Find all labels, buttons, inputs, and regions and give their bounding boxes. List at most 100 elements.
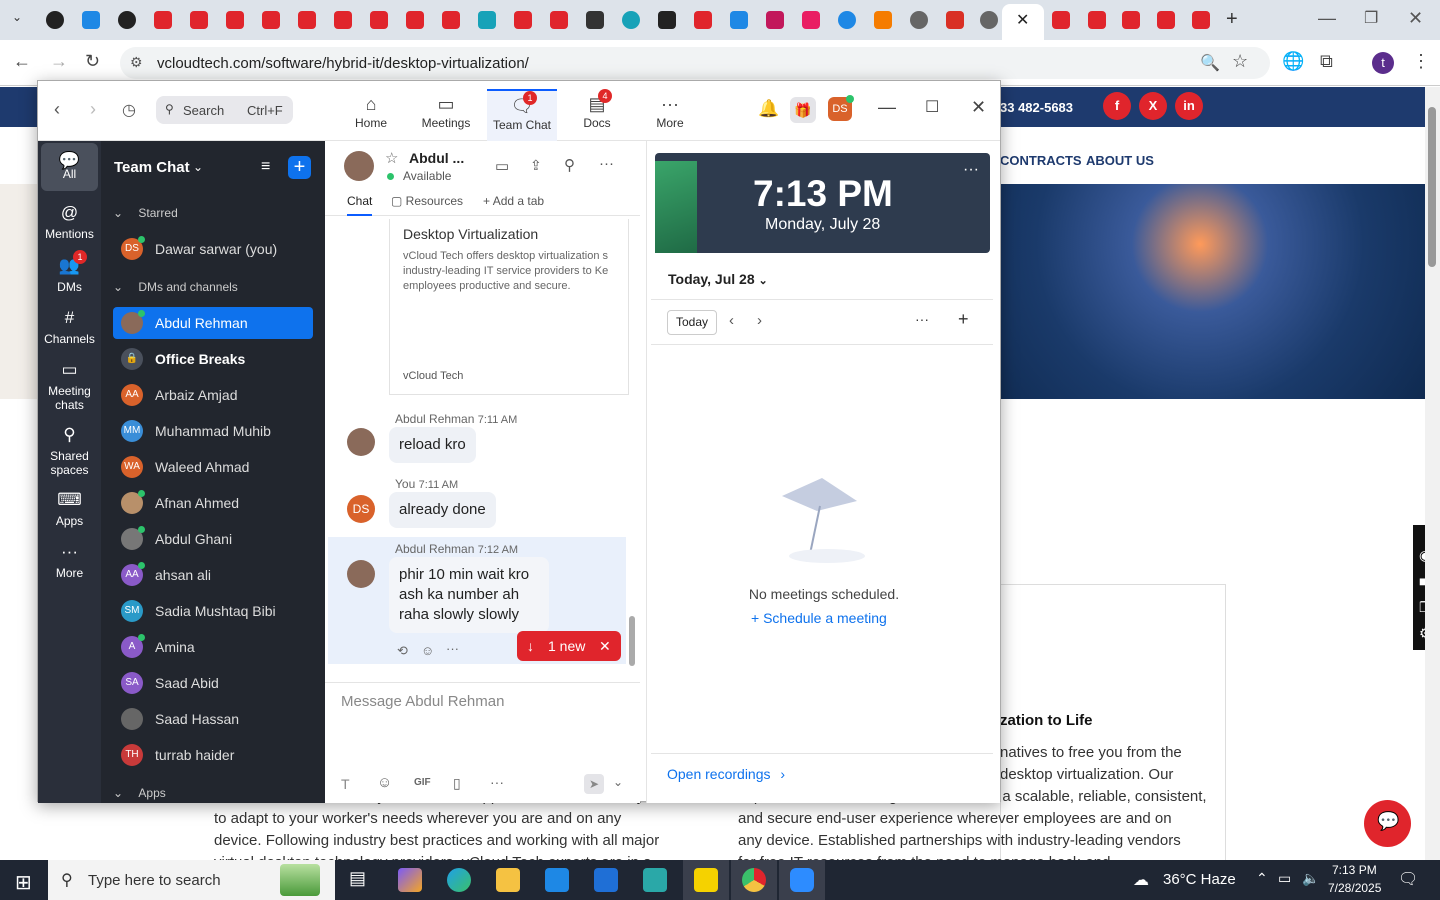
tab-icon[interactable] xyxy=(980,11,998,29)
contact-afnan-ahmed[interactable]: Afnan Ahmed xyxy=(113,487,313,519)
vcloud-tab-icon[interactable] xyxy=(694,11,712,29)
tab-icon[interactable] xyxy=(478,11,496,29)
contact-waleed-ahmad[interactable]: WA Waleed Ahmad xyxy=(113,451,313,483)
tab-chat[interactable]: Chat xyxy=(347,194,373,216)
openai-tab-icon[interactable] xyxy=(118,11,136,29)
nav-about-us[interactable]: ABOUT US xyxy=(1086,153,1154,168)
open-recordings-link[interactable]: Open recordings › xyxy=(667,766,785,782)
prev-day-icon[interactable]: ‹ xyxy=(729,312,734,329)
vcloud-tab-icon[interactable] xyxy=(370,11,388,29)
active-tab[interactable]: ✕ xyxy=(1002,4,1044,40)
tab-icon[interactable] xyxy=(802,11,820,29)
vcloud-tab-icon[interactable] xyxy=(190,11,208,29)
contact-saad-hassan[interactable]: Saad Hassan xyxy=(113,703,313,735)
send-icon[interactable]: ➤ xyxy=(584,774,604,794)
contact-sadia-mushtaq-bibi[interactable]: SM Sadia Mushtaq Bibi xyxy=(113,595,313,627)
maximize-icon[interactable]: ❐ xyxy=(1364,8,1378,28)
forward-arrow-icon[interactable]: › xyxy=(90,99,96,120)
message-input[interactable]: Message Abdul Rehman xyxy=(341,693,504,710)
gif-icon[interactable]: GIF xyxy=(414,777,431,788)
contact-abdul-ghani[interactable]: Abdul Ghani xyxy=(113,523,313,555)
edge-icon[interactable] xyxy=(447,868,471,892)
bookmark-star-icon[interactable]: ☆ xyxy=(1232,51,1248,72)
video-call-icon[interactable]: ▭ xyxy=(495,157,509,175)
contact-ahsan-ali[interactable]: AA ahsan ali xyxy=(113,559,313,591)
list-title[interactable]: Team Chat xyxy=(114,159,190,176)
store-icon[interactable] xyxy=(545,868,569,892)
share-screen-icon[interactable]: ⇪ xyxy=(530,157,542,174)
today-button[interactable]: Today xyxy=(667,310,717,335)
starred-item[interactable]: DS Dawar sarwar (you) xyxy=(113,233,313,265)
vcloud-tab-icon[interactable] xyxy=(1088,11,1106,29)
bell-icon[interactable]: 🔔 xyxy=(758,99,779,119)
link-preview-card[interactable]: Desktop Virtualization vCloud Tech offer… xyxy=(389,219,629,395)
check-tab-icon[interactable] xyxy=(586,11,604,29)
tab-icon[interactable] xyxy=(622,11,640,29)
contact-arbaiz-amjad[interactable]: AA Arbaiz Amjad xyxy=(113,379,313,411)
filter-icon[interactable]: ≡ xyxy=(261,158,270,176)
rail-channels[interactable]: # Channels xyxy=(41,308,98,346)
linkedin-icon[interactable]: in xyxy=(1175,92,1203,120)
contact-amina[interactable]: A Amina xyxy=(113,631,313,663)
forward-icon[interactable]: → xyxy=(50,51,68,72)
minimize-icon[interactable]: — xyxy=(878,97,896,118)
more-dots-icon[interactable]: ··· xyxy=(599,155,614,172)
translate-icon[interactable]: 🌐 xyxy=(1282,51,1304,72)
close-icon[interactable]: ✕ xyxy=(971,97,986,118)
live-chat-button[interactable]: 💬 xyxy=(1364,800,1411,847)
rail-apps[interactable]: ⌨ Apps xyxy=(41,490,98,528)
site-phone[interactable]: 33 482-5683 xyxy=(1000,100,1073,115)
more-dots-icon[interactable]: ··· xyxy=(490,774,504,790)
tab-icon[interactable] xyxy=(82,11,100,29)
mail-icon[interactable] xyxy=(594,868,618,892)
close-icon[interactable]: ✕ xyxy=(599,631,611,661)
taskbar-search[interactable]: ⚲ Type here to search xyxy=(48,860,335,900)
next-day-icon[interactable]: › xyxy=(757,312,762,329)
file-explorer-icon[interactable] xyxy=(496,868,520,892)
gift-icon[interactable]: 🎁 xyxy=(790,97,816,123)
rail-more[interactable]: ··· More xyxy=(41,542,98,580)
vcloud-tab-icon[interactable] xyxy=(1122,11,1140,29)
tab-search-icon[interactable]: ⌄ xyxy=(12,10,28,26)
more-dots-icon[interactable]: ··· xyxy=(915,311,929,327)
tab-icon[interactable] xyxy=(838,11,856,29)
vcloud-tab-icon[interactable] xyxy=(298,11,316,29)
scale-tab-icon[interactable] xyxy=(730,11,748,29)
contact-saad-abid[interactable]: SA Saad Abid xyxy=(113,667,313,699)
nav-home[interactable]: ⌂ Home xyxy=(336,89,406,141)
weather-icon[interactable]: ☁ xyxy=(1133,870,1149,890)
weather-text[interactable]: 36°C Haze xyxy=(1163,871,1236,888)
vcloud-tab-icon[interactable] xyxy=(550,11,568,29)
vcloud-tab-icon[interactable] xyxy=(1052,11,1070,29)
sender-avatar[interactable] xyxy=(347,560,375,588)
vcloud-tab-icon[interactable] xyxy=(1192,11,1210,29)
nav-meetings[interactable]: ▭ Meetings xyxy=(411,89,481,141)
extensions-icon[interactable]: ⧉ xyxy=(1320,51,1333,72)
section-apps[interactable]: ⌄ Apps xyxy=(113,786,166,800)
section-starred[interactable]: ⌄ Starred xyxy=(113,206,178,220)
reply-icon[interactable]: ⟲ xyxy=(397,643,408,659)
text-format-icon[interactable]: T xyxy=(341,776,350,792)
more-dots-icon[interactable]: ··· xyxy=(446,641,459,656)
notifications-icon[interactable]: 🗨 xyxy=(1398,869,1418,889)
tray-chevron-icon[interactable]: ⌃ xyxy=(1256,870,1268,887)
rail-meeting-chats[interactable]: ▭ Meeting chats xyxy=(41,360,98,412)
url-field[interactable]: ⚙ vcloudtech.com/software/hybrid-it/desk… xyxy=(120,47,1270,79)
close-tab-icon[interactable]: ✕ xyxy=(1016,10,1029,30)
vcloud-tab-icon[interactable] xyxy=(334,11,352,29)
minimize-icon[interactable]: — xyxy=(1318,8,1336,29)
emoji-icon[interactable]: ☺ xyxy=(377,774,392,791)
section-dms-channels[interactable]: ⌄ DMs and channels xyxy=(113,280,238,294)
search-icon[interactable]: ⚲ xyxy=(564,156,575,174)
chat-contact-name[interactable]: Abdul ... xyxy=(409,150,464,166)
close-window-icon[interactable]: ✕ xyxy=(1408,8,1423,29)
channel-office-breaks[interactable]: 🔒 Office Breaks xyxy=(113,343,313,375)
chat-scrollbar-thumb[interactable] xyxy=(629,616,635,666)
task-view-icon[interactable]: ▤ xyxy=(349,868,373,892)
new-chat-button[interactable]: + xyxy=(288,156,311,179)
contact-muhammad-muhib[interactable]: MM Muhammad Muhib xyxy=(113,415,313,447)
vcloud-tab-icon[interactable] xyxy=(514,11,532,29)
rail-all[interactable]: 💬 All xyxy=(41,143,98,191)
clock-date[interactable]: 7/28/2025 xyxy=(1328,881,1381,895)
facebook-icon[interactable]: f xyxy=(1103,92,1131,120)
